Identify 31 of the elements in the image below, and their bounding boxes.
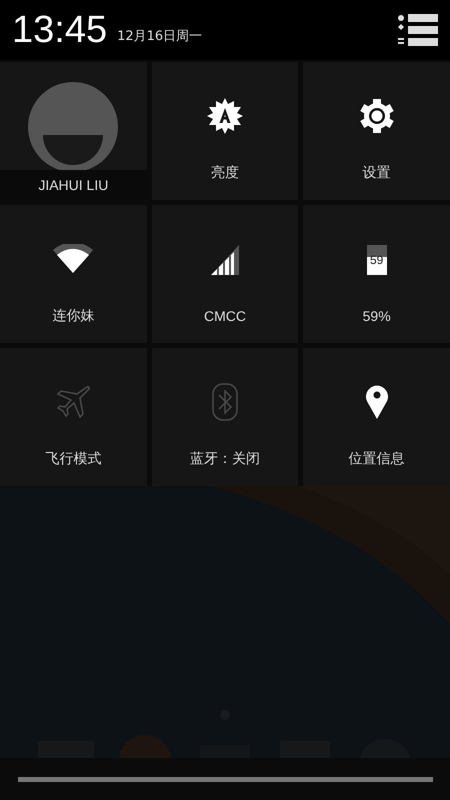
- notification-list-icon[interactable]: [398, 14, 438, 46]
- tile-label: CMCC: [204, 308, 246, 324]
- tile-label: 设置: [362, 164, 391, 182]
- tile-label: 蓝牙：关闭: [190, 450, 260, 468]
- quick-setting-tile[interactable]: 59 59%: [303, 205, 450, 343]
- user-tile[interactable]: JIAHUI LIU: [0, 62, 147, 200]
- tile-label: 亮度: [210, 164, 239, 182]
- drag-handle[interactable]: [18, 776, 432, 782]
- quick-setting-tile[interactable]: 位置信息: [303, 348, 450, 486]
- location-pin-icon: [366, 385, 388, 419]
- bluetooth-icon: [212, 383, 238, 421]
- brightness-icon: [206, 98, 243, 134]
- quick-setting-tile[interactable]: 连你妹: [0, 205, 147, 343]
- user-name: JIAHUI LIU: [0, 170, 147, 200]
- battery-icon: 59: [366, 245, 387, 275]
- quick-setting-tile[interactable]: 设置: [303, 62, 450, 200]
- quick-setting-tile[interactable]: 飞行模式: [0, 348, 147, 486]
- wifi-icon: [53, 244, 94, 274]
- settings-icon: [360, 99, 394, 133]
- date-text: 12月16日周一: [117, 28, 202, 45]
- quick-setting-tile[interactable]: 蓝牙：关闭: [152, 348, 298, 486]
- clock-time: 13:45: [12, 8, 108, 52]
- airplane-icon: [55, 384, 92, 420]
- quick-setting-tile[interactable]: CMCC: [152, 205, 298, 343]
- avatar-icon: [28, 82, 118, 172]
- tile-label: 飞行模式: [45, 450, 102, 468]
- signal-icon: [210, 245, 239, 275]
- quick-setting-tile[interactable]: 亮度: [152, 62, 298, 200]
- tile-label: 连你妹: [52, 307, 94, 325]
- tile-label: 59%: [362, 308, 391, 324]
- tile-label: 位置信息: [348, 450, 405, 468]
